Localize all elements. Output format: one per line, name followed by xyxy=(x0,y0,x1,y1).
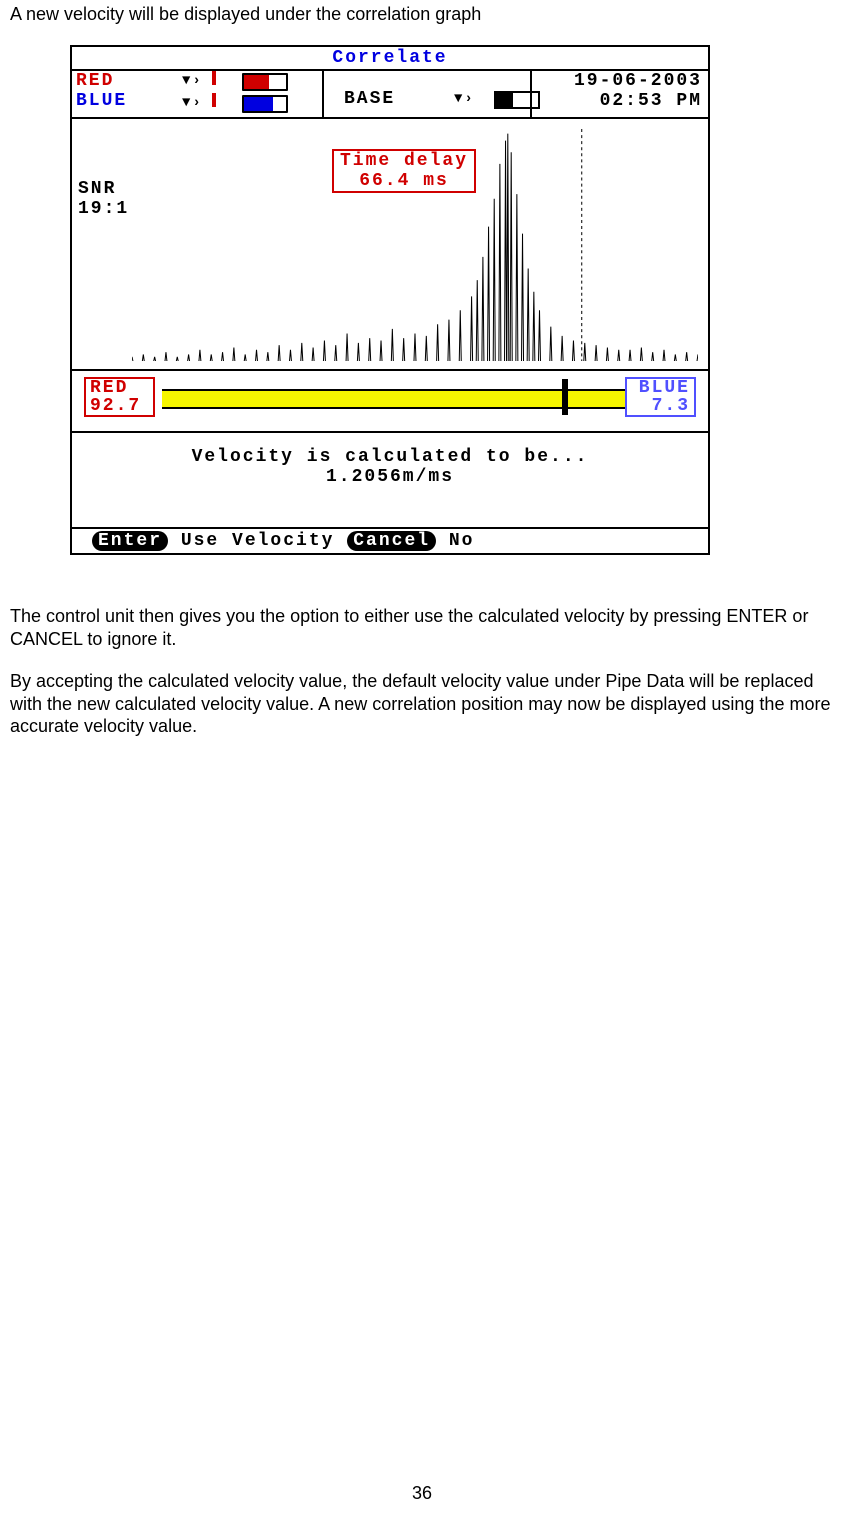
device-screenshot: Correlate RED BLUE ▼› ▼› BASE ▼› xyxy=(70,45,710,555)
page-number: 36 xyxy=(0,1483,844,1504)
antenna-icon: ▼› xyxy=(182,95,203,111)
date-value: 19-06-2003 xyxy=(532,71,702,91)
red-box-label: RED xyxy=(90,379,141,397)
antenna-icon: ▼› xyxy=(182,73,203,89)
velocity-line2: 1.2056m/ms xyxy=(72,467,708,487)
leak-position-marker xyxy=(562,379,568,415)
red-box-value: 92.7 xyxy=(90,397,141,415)
time-value: 02:53 PM xyxy=(532,91,702,111)
base-label: BASE xyxy=(344,89,395,109)
intro-text: A new velocity will be displayed under t… xyxy=(10,4,834,25)
screen-title: Correlate xyxy=(72,47,708,71)
blue-box-value: 7.3 xyxy=(639,397,690,415)
prompt-bar: Enter Use Velocity Cancel No xyxy=(72,527,708,553)
cancel-key-chip[interactable]: Cancel xyxy=(347,531,436,551)
correlation-graph: SNR 19:1 Time delay 66.4 ms xyxy=(72,119,708,371)
signal-icon xyxy=(212,93,216,107)
body-paragraph-1: The control unit then gives you the opti… xyxy=(10,605,834,650)
red-station-label: RED xyxy=(76,71,114,91)
cancel-action-text: No xyxy=(436,531,474,551)
enter-key-chip[interactable]: Enter xyxy=(92,531,168,551)
signal-icon xyxy=(212,71,216,85)
enter-action-text: Use Velocity xyxy=(168,531,347,551)
pipe-graphic xyxy=(162,389,628,409)
blue-distance-box: BLUE 7.3 xyxy=(625,377,696,417)
snr-value: 19:1 xyxy=(78,199,129,219)
snr-label: SNR xyxy=(78,179,129,199)
status-bar: RED BLUE ▼› ▼› BASE ▼› 19-06-2003 02:53 xyxy=(72,71,708,119)
velocity-readout: Velocity is calculated to be... 1.2056m/… xyxy=(72,433,708,527)
red-distance-box: RED 92.7 xyxy=(84,377,155,417)
antenna-icon: ▼› xyxy=(454,91,475,107)
velocity-line1: Velocity is calculated to be... xyxy=(72,447,708,467)
battery-icon xyxy=(242,95,288,113)
blue-station-label: BLUE xyxy=(76,91,127,111)
blue-box-label: BLUE xyxy=(639,379,690,397)
battery-icon xyxy=(494,91,540,109)
battery-icon xyxy=(242,73,288,91)
pipe-bar: RED 92.7 BLUE 7.3 xyxy=(72,371,708,433)
body-paragraph-2: By accepting the calculated velocity val… xyxy=(10,670,834,738)
correlation-plot xyxy=(132,129,698,361)
